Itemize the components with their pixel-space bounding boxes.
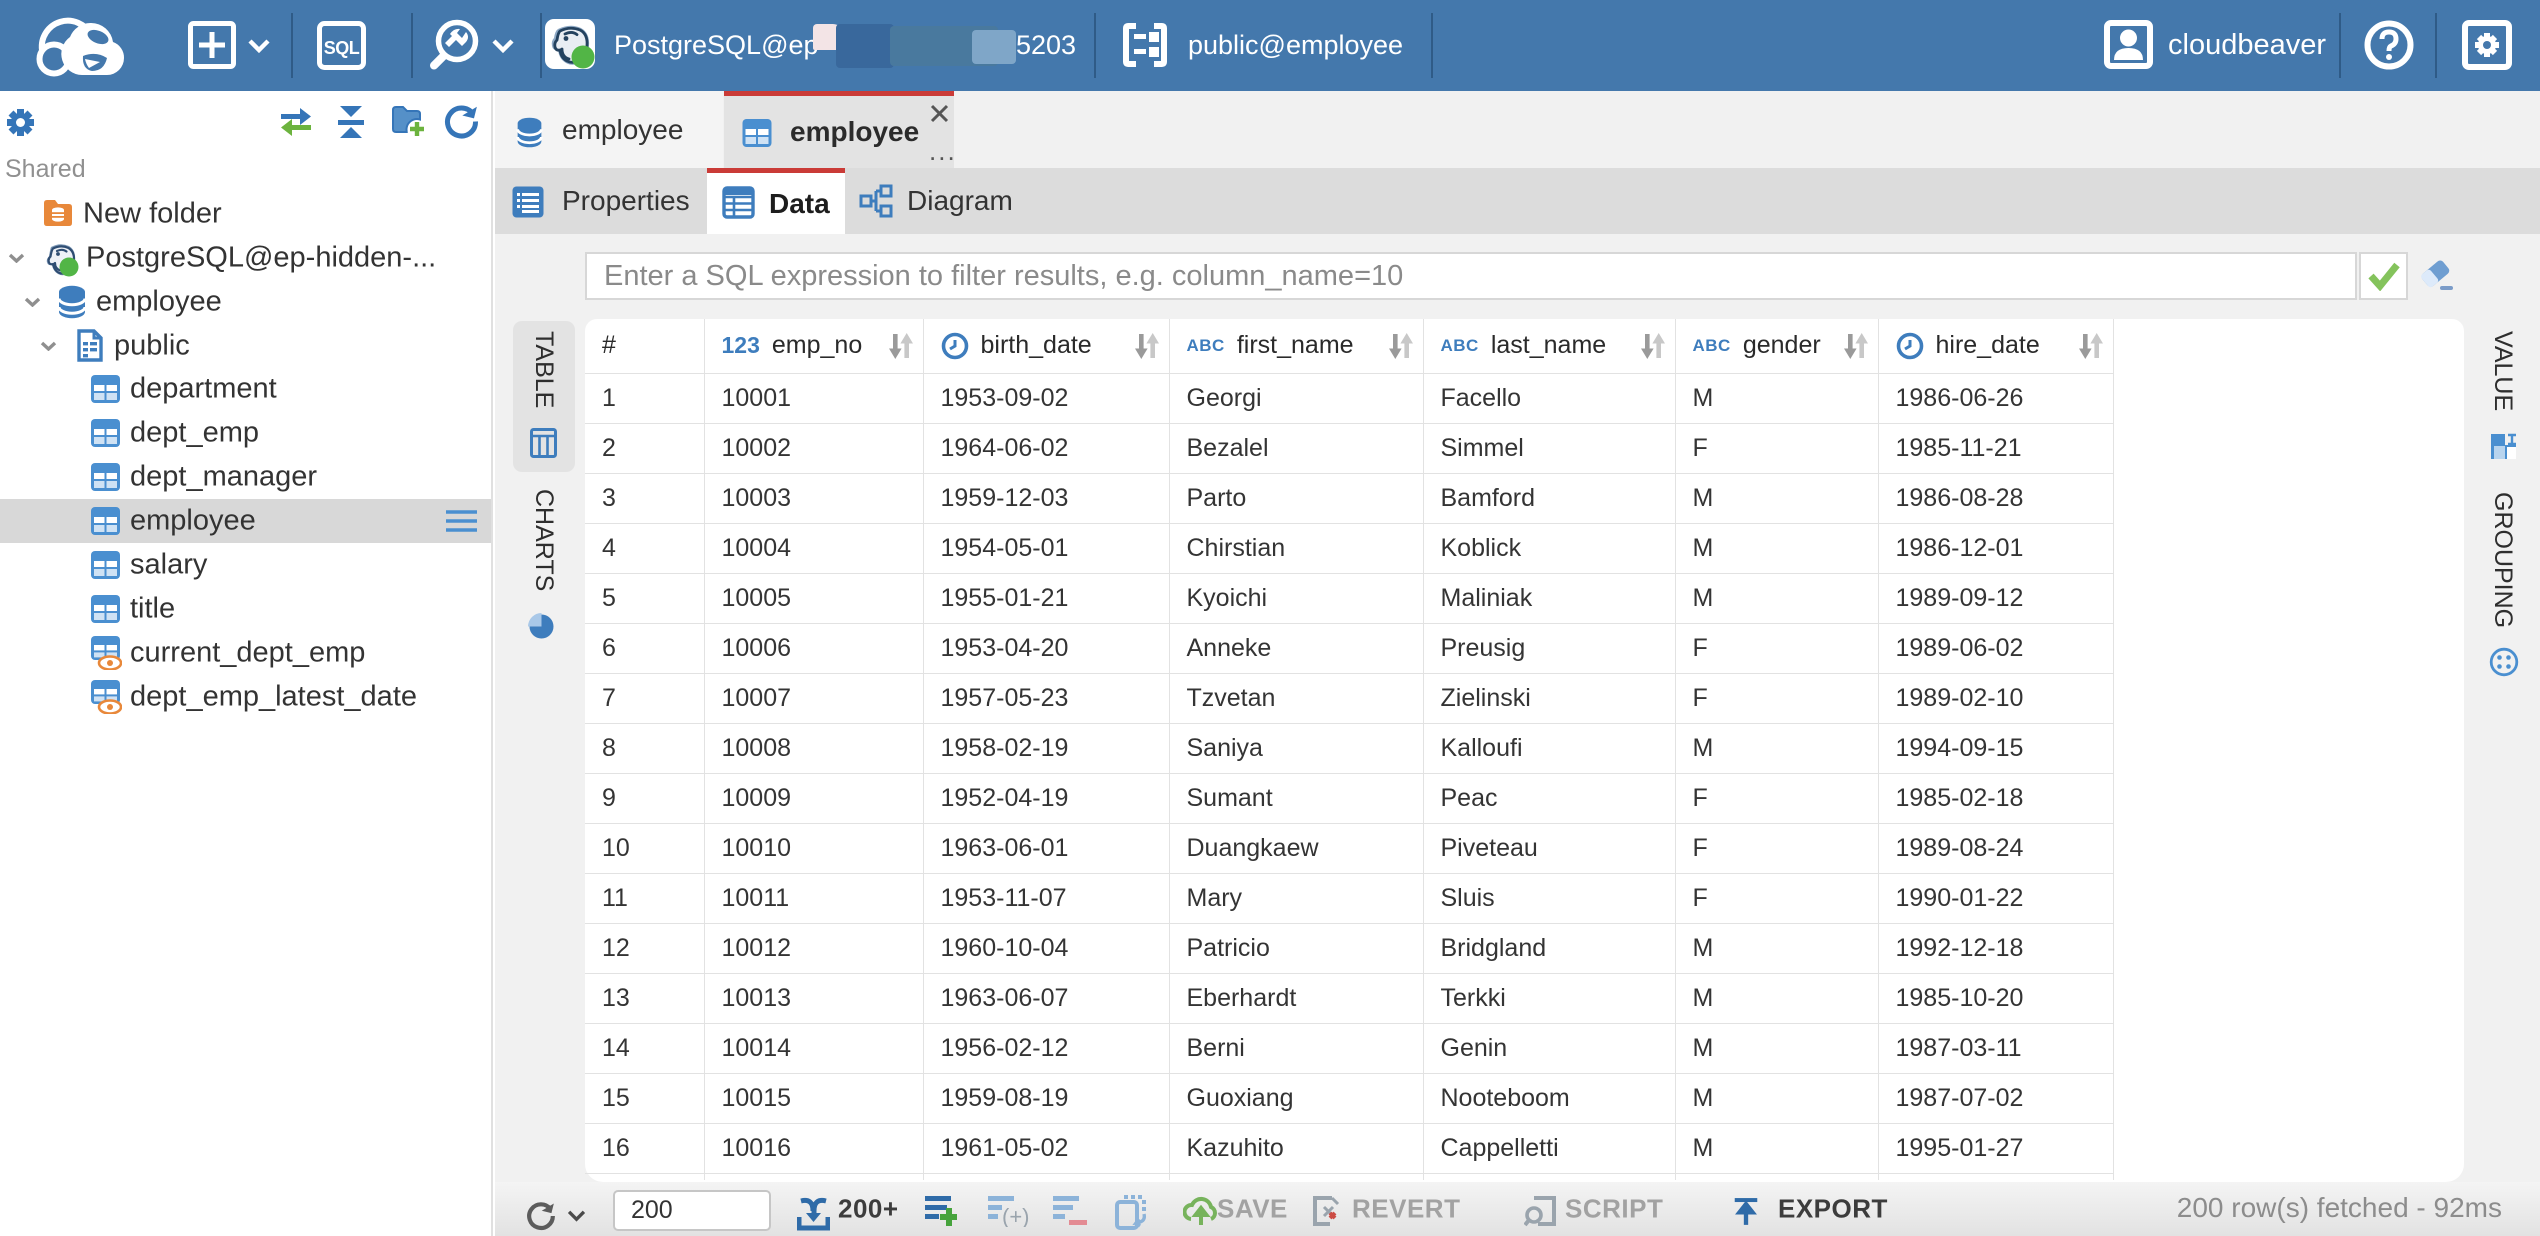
svg-text:SQL: SQL [324, 38, 360, 58]
svg-text:(+): (+) [1002, 1204, 1030, 1227]
